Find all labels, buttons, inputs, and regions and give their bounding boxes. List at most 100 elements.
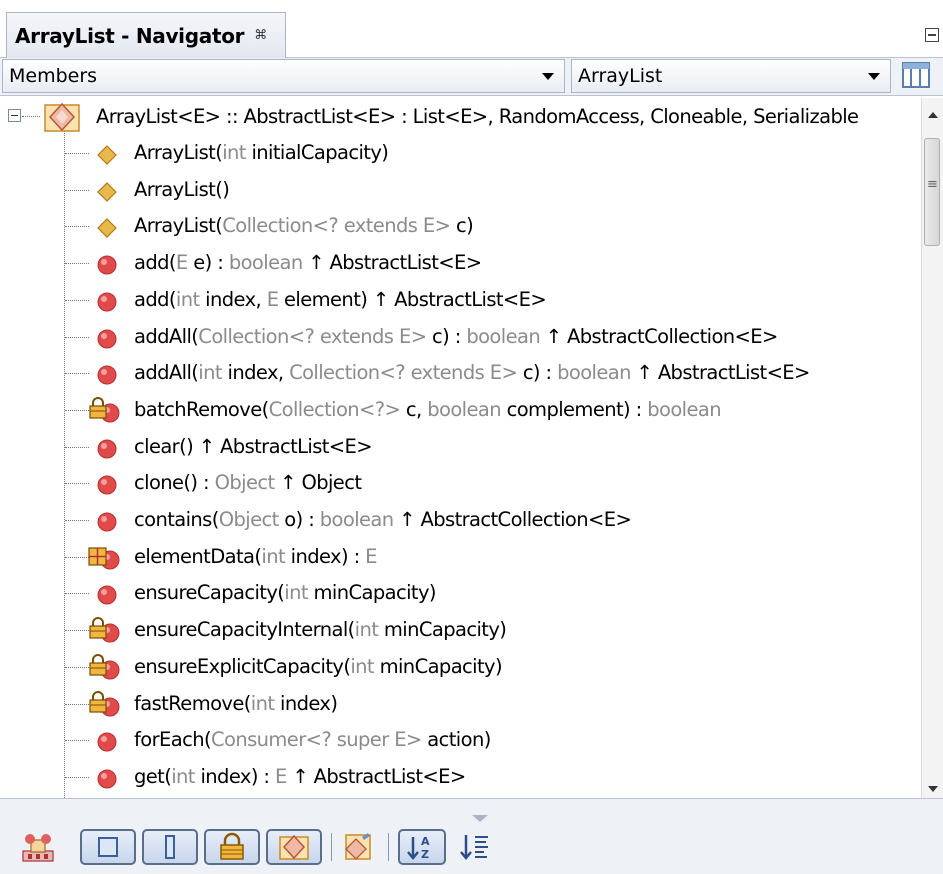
lock-icon (220, 832, 244, 860)
svg-text:A: A (421, 835, 430, 848)
tab-title: ArrayList - Navigator (15, 23, 245, 48)
static-toggle-icon (165, 835, 175, 859)
signature-name-text: ↑ AbstractCollection<E> (399, 508, 632, 531)
method-icon (97, 329, 117, 348)
tree-member-row[interactable]: clone() : Object ↑ Object (0, 466, 921, 502)
signature-type-text: E (365, 544, 377, 568)
tree-member-row[interactable]: addAll(Collection<? extends E> c) : bool… (0, 320, 921, 356)
member-signature: forEach(Consumer<? super E> action) (134, 728, 491, 751)
tree-member-row[interactable]: forEach(Consumer<? super E> action) (0, 723, 921, 759)
tree-member-row[interactable]: batchRemove(Collection<?> c, boolean com… (0, 393, 921, 429)
tree-connector (65, 446, 89, 448)
tree-connector (65, 373, 89, 375)
signature-type-text: Collection<? extends E> (222, 214, 456, 238)
collapse-icon[interactable] (8, 109, 21, 122)
member-signature: addAll(int index, Collection<? extends E… (134, 361, 810, 384)
vertical-scrollbar[interactable] (921, 98, 943, 798)
signature-type-text: int (175, 287, 206, 311)
tree-member-row[interactable]: fastRemove(int index) (0, 687, 921, 723)
scroll-up-icon[interactable] (928, 112, 938, 118)
tree-member-row[interactable]: clear() ↑ AbstractList<E> (0, 430, 921, 466)
signature-type-text: int (171, 764, 201, 788)
tree-member-row[interactable]: ensureCapacityInternal(int minCapacity) (0, 613, 921, 649)
signature-name-text: forEach( (134, 728, 212, 752)
close-icon[interactable]: ⌘ (254, 28, 267, 43)
signature-name-text: element) ↑ AbstractList<E> (284, 287, 547, 311)
signature-type-text: E (266, 287, 285, 311)
sort-by-source-icon[interactable] (456, 829, 496, 865)
chevron-down-icon (868, 73, 880, 80)
class-toggle-button[interactable] (266, 829, 322, 865)
signature-type-text: int (198, 361, 228, 385)
toolbar-separator (388, 833, 389, 861)
signature-name-text: index) (280, 691, 338, 715)
constructor-icon (97, 145, 117, 165)
member-signature: ArrayList(Collection<? extends E> c) (134, 214, 474, 238)
member-signature: ensureCapacity(int minCapacity) (134, 581, 437, 604)
toolbar-separator (331, 833, 332, 861)
class-selector-dropdown[interactable]: ArrayList (571, 59, 891, 93)
signature-name-text: fastRemove( (134, 691, 251, 715)
tree-connector (65, 776, 89, 778)
member-signature: ArrayList(int initialCapacity) (134, 141, 389, 164)
constructor-icon (97, 218, 117, 239)
tree-member-row[interactable]: elementData(int index) : E (0, 540, 921, 576)
signature-name-text: e) : (193, 251, 229, 275)
tree-member-row[interactable]: get(int index) : E ↑ AbstractList<E> (0, 760, 921, 796)
filter-settings-icon[interactable] (899, 58, 933, 92)
tree-connector (65, 483, 89, 485)
signature-type-text: Consumer<? super E> (210, 728, 428, 752)
signature-name-text: ensureExplicitCapacity( (134, 654, 351, 678)
signature-name-text: minCapacity) (383, 618, 507, 642)
signature-type-text: int (350, 654, 380, 678)
signature-name-text: contains( (134, 508, 219, 531)
method-icon (97, 475, 117, 495)
signature-name-text: initialCapacity) (251, 141, 389, 164)
navigator-tab[interactable]: ArrayList - Navigator ⌘ (6, 12, 286, 58)
members-tree[interactable]: ArrayList<E> :: AbstractList<E> : List<E… (0, 98, 921, 798)
minimize-icon[interactable] (925, 28, 939, 42)
tree-member-row[interactable]: ArrayList(int initialCapacity) (0, 136, 921, 172)
member-signature: contains(Object o) : boolean ↑ AbstractC… (134, 508, 632, 531)
resize-grip-icon[interactable] (472, 815, 488, 822)
private-toggle-button[interactable] (204, 829, 260, 865)
method-icon (97, 512, 117, 532)
root-class-label: ArrayList<E> :: AbstractList<E> : List<E… (96, 105, 859, 128)
tree-member-row[interactable]: contains(Object o) : boolean ↑ AbstractC… (0, 503, 921, 539)
scroll-down-icon[interactable] (928, 786, 938, 792)
tree-member-row[interactable]: addAll(int index, Collection<? extends E… (0, 356, 921, 392)
signature-name-text: index) : (290, 544, 366, 568)
signature-type-text: Collection<? extends E> (289, 361, 523, 385)
fields-toggle-button[interactable] (80, 829, 136, 865)
signature-name-text: o) : (284, 508, 320, 531)
method-icon (97, 255, 117, 275)
signature-name-text: ArrayList() (134, 177, 230, 201)
member-signature: ArrayList() (134, 177, 230, 201)
static-toggle-button[interactable] (142, 829, 198, 865)
signature-name-text: addAll( (134, 324, 199, 348)
signature-type-text: int (222, 141, 252, 164)
tree-connector (65, 593, 89, 595)
member-signature: add(E e) : boolean ↑ AbstractList<E> (134, 251, 482, 275)
scrollbar-thumb[interactable] (924, 138, 940, 246)
view-mode-dropdown[interactable]: Members (2, 59, 565, 93)
signature-name-text: ↑ AbstractList<E> (636, 361, 810, 385)
tree-member-row[interactable]: add(E e) : boolean ↑ AbstractList<E> (0, 246, 921, 282)
signature-type-text: int (250, 691, 280, 715)
chevron-down-icon (542, 73, 554, 80)
tree-member-row[interactable]: ArrayList(Collection<? extends E> c) (0, 209, 921, 245)
sort-by-name-button[interactable]: A Z (398, 829, 446, 865)
signature-name-text: batchRemove( (134, 397, 269, 421)
signature-type-text: E (275, 764, 293, 788)
tree-member-row[interactable]: ensureExplicitCapacity(int minCapacity) (0, 650, 921, 686)
tree-connector (65, 740, 89, 742)
tree-root-class[interactable]: ArrayList<E> :: AbstractList<E> : List<E… (0, 100, 921, 136)
tree-member-row[interactable]: add(int index, E element) ↑ AbstractList… (0, 283, 921, 319)
tree-member-row[interactable]: ArrayList() (0, 173, 921, 209)
tree-connector (65, 336, 89, 338)
signature-type-text: Collection<?> (268, 397, 406, 421)
javadoc-icon[interactable] (340, 829, 376, 865)
inherited-members-icon[interactable] (20, 829, 56, 865)
signature-type-text: int (261, 544, 291, 568)
tree-member-row[interactable]: ensureCapacity(int minCapacity) (0, 576, 921, 612)
